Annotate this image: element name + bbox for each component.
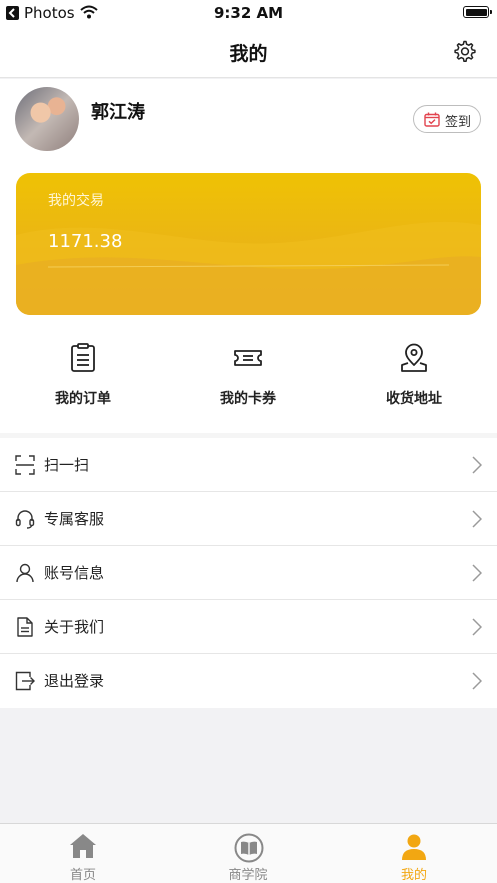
menu-item-scan[interactable]: 扫一扫 [0,438,497,492]
profile-section: 郭江涛 签到 我的交易 1171.38 我的订单 我的卡券 收货地址 [0,79,497,433]
user-icon [16,563,34,583]
tab-mine[interactable]: 我的 [354,824,474,883]
order-icon [71,343,95,372]
status-bar: Photos 9:32 AM [0,0,497,26]
chevron-right-icon [472,618,482,636]
card-label: 我的交易 [48,193,104,209]
shortcut-address-label: 收货地址 [386,391,442,407]
nav-bar: 我的 [0,26,497,78]
document-icon [17,617,33,637]
home-icon [70,834,96,858]
chevron-right-icon [472,672,482,690]
shortcut-coupons[interactable]: 我的卡券 [188,343,308,423]
screen: Photos 9:32 AM 我的 郭江涛 签到 我的交易 1171.38 我的… [0,0,497,883]
avatar[interactable] [15,87,79,151]
transaction-card[interactable]: 我的交易 1171.38 [16,173,481,315]
chevron-right-icon [472,456,482,474]
tab-label: 商学院 [228,868,268,883]
coupon-icon [234,350,262,366]
headset-icon [15,510,35,529]
menu-label: 关于我们 [44,618,105,636]
checkin-button[interactable]: 签到 [413,105,481,133]
checkin-label: 签到 [445,115,472,130]
tab-label: 我的 [400,868,427,883]
menu-label: 专属客服 [44,510,105,528]
tab-label: 首页 [69,868,96,883]
address-icon [401,343,427,372]
menu-item-logout[interactable]: 退出登录 [0,654,497,708]
book-icon [234,833,264,863]
shortcut-orders[interactable]: 我的订单 [23,343,143,423]
chevron-right-icon [472,510,482,528]
gear-icon[interactable] [453,39,477,63]
shortcut-coupons-label: 我的卡券 [220,391,276,407]
battery-icon [463,6,492,18]
logout-icon [15,671,35,691]
shortcut-row: 我的订单 我的卡券 收货地址 [0,343,497,423]
tab-academy[interactable]: 商学院 [188,824,308,883]
person-icon [402,834,426,860]
calendar-check-icon [424,112,440,127]
scan-icon [15,455,35,475]
transaction-amount: 1171.38 [48,231,123,252]
menu-label: 账号信息 [44,564,105,582]
shortcut-orders-label: 我的订单 [55,391,111,407]
tab-home[interactable]: 首页 [23,824,143,883]
menu-list: 扫一扫 专属客服 账号信息 关于我们 退出登录 [0,438,497,708]
menu-item-customer-service[interactable]: 专属客服 [0,492,497,546]
page-title: 我的 [229,43,268,65]
user-name: 郭江涛 [91,102,145,123]
status-time: 9:32 AM [213,4,284,22]
menu-item-about-us[interactable]: 关于我们 [0,600,497,654]
menu-label: 扫一扫 [44,456,90,474]
tab-bar: 首页 商学院 我的 [0,823,497,883]
menu-label: 退出登录 [44,672,105,690]
shortcut-address[interactable]: 收货地址 [354,343,474,423]
menu-item-account-info[interactable]: 账号信息 [0,546,497,600]
chevron-right-icon [472,564,482,582]
